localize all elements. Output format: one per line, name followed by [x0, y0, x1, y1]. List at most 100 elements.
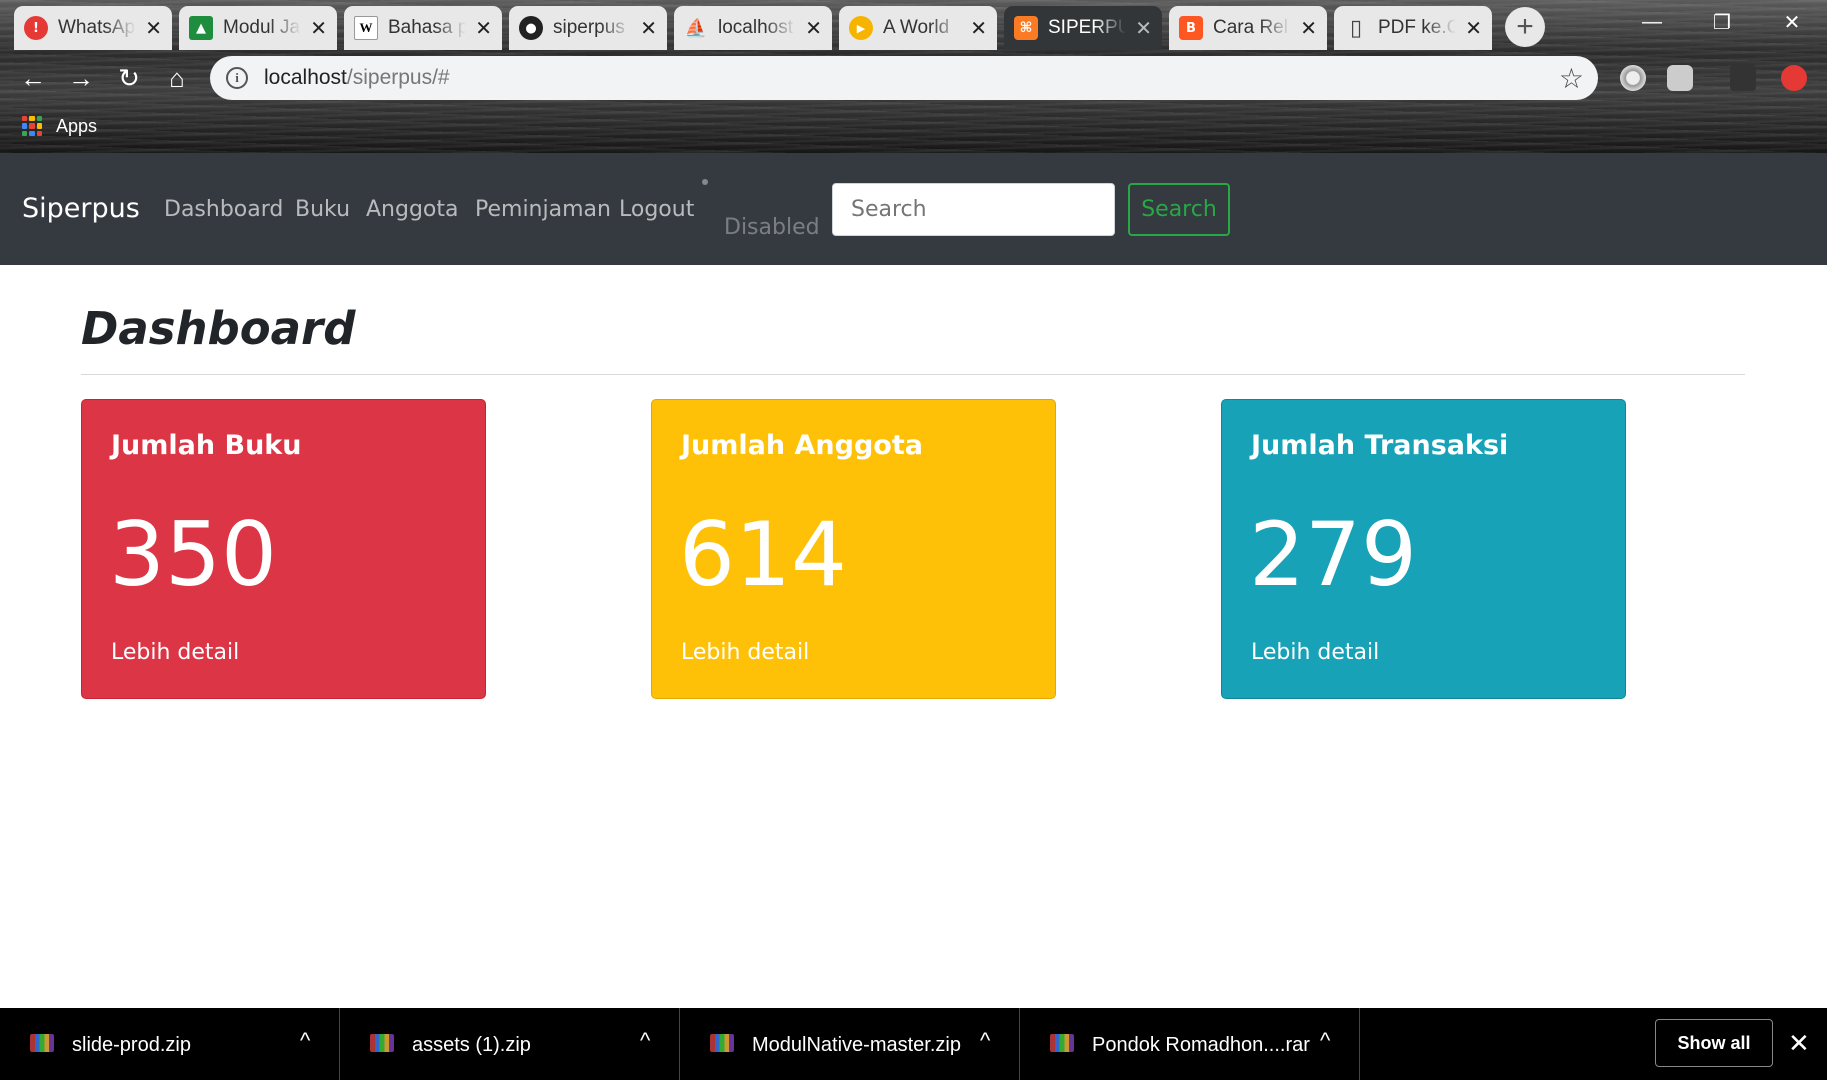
card-jumlah-transaksi: Jumlah Transaksi 279 Lebih detail: [1221, 399, 1626, 699]
search-button[interactable]: Search: [1128, 183, 1230, 236]
chevron-up-icon[interactable]: ^: [300, 1028, 310, 1054]
apps-grid-icon[interactable]: [22, 116, 42, 136]
tab-title: Bahasa pemrograman: [388, 17, 466, 38]
restore-icon[interactable]: ❐: [1687, 0, 1757, 44]
download-filename: assets (1).zip: [412, 1034, 531, 1056]
forward-arrow-icon[interactable]: →: [63, 60, 99, 96]
card-detail-link[interactable]: Lebih detail: [111, 640, 239, 665]
window-controls: — ❐ ✕: [1617, 0, 1827, 44]
nav-dashboard[interactable]: Dashboard: [164, 197, 283, 222]
tab-pdf[interactable]: ▯ PDF ke.C ✕: [1334, 6, 1492, 50]
address-bar[interactable]: i localhost/siperpus/# ☆: [210, 56, 1598, 100]
tab-title: Cara Rel: [1213, 17, 1288, 38]
tab-title: Modul Java: [223, 17, 301, 38]
tab-modul[interactable]: ▲ Modul Java ✕: [179, 6, 337, 50]
tab-localhost[interactable]: ⛵ localhost ✕: [674, 6, 832, 50]
line-extension-icon[interactable]: [1667, 65, 1693, 91]
card-title: Jumlah Buku: [111, 430, 302, 461]
close-icon[interactable]: ✕: [1465, 16, 1482, 41]
archive-icon: [370, 1034, 394, 1052]
search-input[interactable]: [832, 183, 1115, 236]
phpmyadmin-icon: ⛵: [684, 17, 708, 39]
download-item[interactable]: ModulNative-master.zip ^: [680, 1008, 1020, 1080]
tab-title: SIPERPUS: [1048, 17, 1126, 38]
card-value: 350: [109, 503, 277, 606]
browser-toolbar: ← → ↻ ⌂ i localhost/siperpus/# ☆: [0, 52, 1827, 104]
bookmark-star-icon[interactable]: ☆: [1559, 62, 1584, 95]
whatsapp-icon: !: [24, 16, 48, 40]
download-filename: slide-prod.zip: [72, 1034, 191, 1056]
tab-title: WhatsApp: [58, 17, 136, 38]
download-item[interactable]: Pondok Romadhon....rar ^: [1020, 1008, 1360, 1080]
close-icon[interactable]: ✕: [970, 16, 987, 41]
close-icon[interactable]: ✕: [1135, 16, 1152, 41]
page-title: Dashboard: [81, 302, 356, 355]
chevron-up-icon[interactable]: ^: [1320, 1028, 1330, 1054]
tab-strip: ! WhatsApp ✕ ▲ Modul Java ✕ W Bahasa pem…: [0, 0, 1600, 50]
shield-extension-icon[interactable]: [1730, 65, 1756, 91]
nav-logout[interactable]: Logout: [619, 197, 694, 222]
tab-siperpus[interactable]: ⌘ SIPERPUS ✕: [1004, 6, 1162, 50]
site-info-icon[interactable]: i: [226, 67, 248, 89]
close-icon[interactable]: ✕: [640, 16, 657, 41]
document-icon: ▯: [1349, 15, 1363, 41]
upload-extension-icon[interactable]: [1781, 65, 1807, 91]
window-close-icon[interactable]: ✕: [1757, 0, 1827, 44]
title-divider: [81, 374, 1745, 375]
close-icon[interactable]: ✕: [475, 16, 492, 41]
back-arrow-icon[interactable]: ←: [15, 60, 51, 96]
close-icon[interactable]: ✕: [1788, 1028, 1810, 1059]
card-value: 279: [1249, 503, 1417, 606]
tab-title: localhost: [718, 17, 793, 38]
card-detail-link[interactable]: Lebih detail: [681, 640, 809, 665]
navbar-brand[interactable]: Siperpus: [22, 193, 140, 224]
chevron-up-icon[interactable]: ^: [640, 1028, 650, 1054]
xampp-icon: ⌘: [1014, 16, 1038, 40]
close-icon[interactable]: ✕: [310, 16, 327, 41]
url-host: localhost: [264, 66, 347, 89]
nav-disabled: Disabled: [724, 215, 820, 240]
home-icon[interactable]: ⌂: [159, 60, 195, 96]
card-jumlah-anggota: Jumlah Anggota 614 Lebih detail: [651, 399, 1056, 699]
tab-whatsapp[interactable]: ! WhatsApp ✕: [14, 6, 172, 50]
download-filename: ModulNative-master.zip: [752, 1034, 961, 1056]
tab-title: A World: [883, 17, 950, 38]
download-item[interactable]: assets (1).zip ^: [340, 1008, 680, 1080]
close-icon[interactable]: ✕: [805, 16, 822, 41]
archive-icon: [1050, 1034, 1074, 1052]
dropdown-dot-icon: [702, 179, 708, 185]
show-all-button[interactable]: Show all: [1655, 1019, 1773, 1067]
close-icon[interactable]: ✕: [1300, 16, 1317, 41]
tab-github[interactable]: ● siperpus ✕: [509, 6, 667, 50]
tab-title: PDF ke.C: [1378, 17, 1456, 38]
minimize-icon[interactable]: —: [1617, 0, 1687, 44]
card-title: Jumlah Transaksi: [1251, 430, 1509, 461]
tab-wikipedia[interactable]: W Bahasa pemrograman ✕: [344, 6, 502, 50]
classroom-icon: ▲: [189, 16, 213, 40]
chevron-up-icon[interactable]: ^: [980, 1028, 990, 1054]
reload-icon[interactable]: ↻: [111, 60, 147, 96]
card-detail-link[interactable]: Lebih detail: [1251, 640, 1379, 665]
download-filename: Pondok Romadhon....rar: [1092, 1034, 1310, 1056]
close-icon[interactable]: ✕: [145, 16, 162, 41]
github-icon: ●: [519, 16, 543, 40]
new-tab-button[interactable]: +: [1505, 7, 1545, 47]
archive-icon: [30, 1034, 54, 1052]
bookmark-apps[interactable]: Apps: [56, 116, 97, 137]
app-navbar: Siperpus Dashboard Buku Anggota Peminjam…: [0, 153, 1827, 265]
nav-anggota[interactable]: Anggota: [366, 197, 459, 222]
download-bar: slide-prod.zip ^ assets (1).zip ^ ModulN…: [0, 1008, 1827, 1080]
nav-buku[interactable]: Buku: [295, 197, 350, 222]
download-item[interactable]: slide-prod.zip ^: [0, 1008, 340, 1080]
tab-cara-rel[interactable]: B Cara Rel ✕: [1169, 6, 1327, 50]
nav-peminjaman[interactable]: Peminjaman: [475, 197, 611, 222]
wikipedia-icon: W: [354, 16, 378, 40]
archive-icon: [710, 1034, 734, 1052]
card-value: 614: [679, 503, 847, 606]
extension-icon[interactable]: [1620, 65, 1646, 91]
url-text: localhost/siperpus/#: [264, 66, 450, 90]
play-icon: ▶: [849, 16, 873, 40]
card-title: Jumlah Anggota: [681, 430, 923, 461]
bookmarks-bar: Apps: [0, 108, 1827, 144]
tab-a-world[interactable]: ▶ A World ✕: [839, 6, 997, 50]
